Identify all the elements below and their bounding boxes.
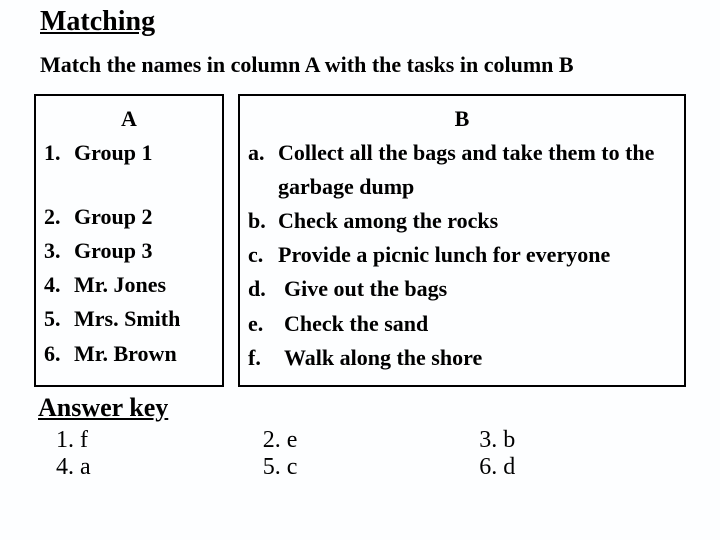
answer-item: 6. d: [479, 454, 686, 481]
answer-item: 3. b: [479, 427, 686, 454]
column-a-box: A 1.Group 1 2.Group 2 3.Group 3 4.Mr. Jo…: [34, 94, 224, 387]
col-a-item: 3.Group 3: [44, 234, 214, 268]
answer-key-title: Answer key: [38, 393, 686, 423]
answer-item: 1. f: [56, 427, 263, 454]
col-b-item: c.Provide a picnic lunch for everyone: [248, 238, 676, 272]
col-a-item: 5.Mrs. Smith: [44, 302, 214, 336]
col-a-item: 2.Group 2: [44, 200, 214, 234]
answer-item: 4. a: [56, 454, 263, 481]
col-b-item: a.Collect all the bags and take them to …: [248, 136, 676, 204]
col-a-item: 1.Group 1: [44, 136, 214, 170]
col-b-item: d.Give out the bags: [248, 272, 676, 306]
column-b-header: B: [248, 102, 676, 136]
column-a-header: A: [44, 102, 214, 136]
answer-item: 5. c: [263, 454, 480, 481]
instruction-text: Match the names in column A with the tas…: [40, 52, 686, 78]
column-b-box: B a.Collect all the bags and take them t…: [238, 94, 686, 387]
col-a-item: 4.Mr. Jones: [44, 268, 214, 302]
answer-item: 2. e: [263, 427, 480, 454]
col-b-item: e.Check the sand: [248, 307, 676, 341]
col-b-item: f.Walk along the shore: [248, 341, 676, 375]
col-a-item: 6.Mr. Brown: [44, 337, 214, 371]
answer-key: 1. f 4. a 2. e 5. c 3. b 6. d: [56, 427, 686, 481]
col-b-item: b.Check among the rocks: [248, 204, 676, 238]
page-title: Matching: [40, 6, 686, 38]
